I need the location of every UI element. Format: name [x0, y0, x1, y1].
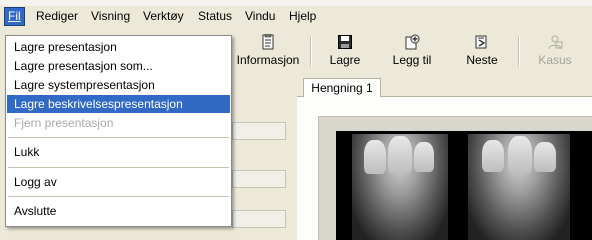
xray-tooth	[388, 136, 412, 174]
menu-separator	[8, 137, 229, 138]
lagre-button[interactable]: Lagre	[322, 32, 368, 72]
form-field[interactable]	[232, 170, 286, 188]
menu-bar: Fil Rediger Visning Verktøy Status Vindu…	[0, 6, 592, 29]
menu-item-fjern-presentasjon[interactable]: Fjern presentasjon	[7, 114, 230, 132]
xray-image-right[interactable]	[468, 134, 570, 240]
next-icon	[475, 35, 487, 49]
form-field[interactable]	[232, 122, 286, 140]
menu-hjelp[interactable]: Hjelp	[286, 8, 319, 25]
info-document-icon	[262, 34, 274, 50]
xray-tooth	[508, 136, 532, 174]
menu-rediger[interactable]: Rediger	[33, 8, 81, 25]
legg-til-label: Legg til	[392, 53, 432, 67]
menu-fil[interactable]: Fil	[4, 7, 25, 26]
neste-label: Neste	[466, 53, 498, 67]
menu-vindu[interactable]: Vindu	[242, 8, 278, 25]
menu-item-lagre-presentasjon[interactable]: Lagre presentasjon	[7, 38, 230, 56]
menu-status[interactable]: Status	[195, 8, 235, 25]
lagre-label: Lagre	[329, 53, 361, 67]
floppy-disk-icon	[338, 35, 352, 49]
tab-hengning-1[interactable]: Hengning 1	[303, 78, 381, 97]
legg-til-button[interactable]: Legg til	[384, 32, 440, 72]
menu-item-logg-av[interactable]: Logg av	[7, 173, 230, 191]
kasus-button[interactable]: Kasus	[530, 32, 580, 72]
menu-item-avslutte[interactable]: Avslutte	[7, 202, 230, 220]
neste-button[interactable]: Neste	[457, 32, 507, 72]
menu-visning[interactable]: Visning	[88, 8, 133, 25]
menu-item-lagre-presentasjon-som[interactable]: Lagre presentasjon som...	[7, 57, 230, 75]
menu-item-lagre-beskrivelsespresentasjon[interactable]: Lagre beskrivelsespresentasjon	[7, 95, 230, 113]
xray-tooth	[414, 142, 434, 172]
file-menu-dropdown: Lagre presentasjon Lagre presentasjon so…	[5, 35, 232, 227]
add-icon	[405, 34, 420, 50]
informasjon-label: Informasjon	[236, 53, 300, 67]
case-icon	[548, 35, 563, 50]
menu-separator	[8, 196, 229, 197]
toolbar-separator	[310, 36, 312, 66]
form-field[interactable]	[232, 210, 286, 228]
informasjon-button[interactable]: Informasjon	[232, 32, 304, 72]
xray-image-left[interactable]	[352, 134, 448, 240]
menu-item-lagre-systempresentasjon[interactable]: Lagre systempresentasjon	[7, 76, 230, 94]
menu-item-lukk[interactable]: Lukk	[7, 143, 230, 161]
application-window: Fil Rediger Visning Verktøy Status Vindu…	[0, 0, 592, 240]
xray-tooth	[482, 140, 504, 172]
menu-verktoy[interactable]: Verktøy	[140, 8, 187, 25]
xray-tooth	[364, 140, 386, 174]
menu-separator	[8, 167, 229, 168]
toolbar-separator	[518, 36, 520, 66]
xray-tooth	[534, 142, 556, 172]
kasus-label: Kasus	[538, 53, 572, 67]
